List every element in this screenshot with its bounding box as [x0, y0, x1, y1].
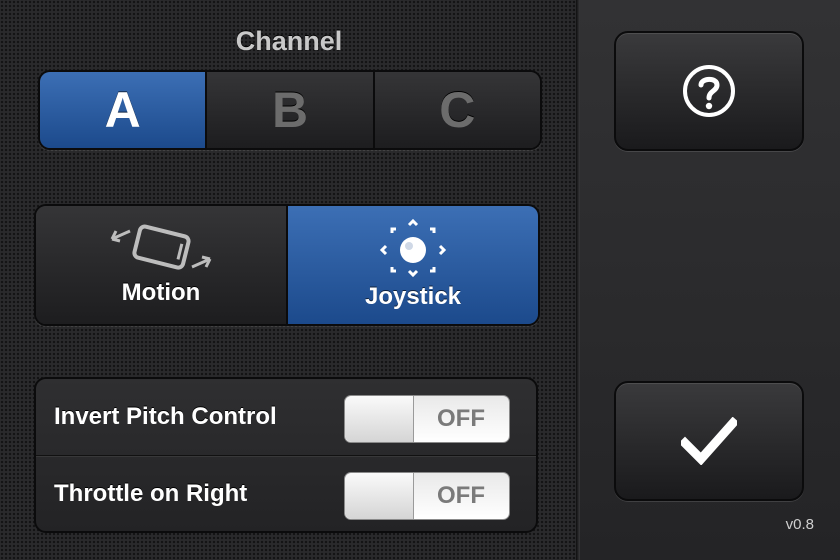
version-label: v0.8 — [785, 516, 814, 533]
settings-list: Invert Pitch Control OFF Throttle on Rig… — [34, 377, 538, 533]
confirm-button[interactable] — [614, 381, 804, 501]
mode-label-joystick: Joystick — [364, 283, 462, 310]
toggle-knob — [345, 473, 414, 519]
phone-tilt-icon — [110, 224, 212, 270]
help-icon — [683, 65, 735, 117]
channel-option-a[interactable]: A — [40, 72, 206, 148]
checkmark-icon — [681, 417, 737, 465]
setting-label-invert-pitch: Invert Pitch Control — [54, 403, 277, 430]
toggle-state-text: OFF — [437, 482, 485, 509]
control-mode-selector: Motion Joystick — [34, 204, 540, 326]
setting-label-throttle-right: Throttle on Right — [54, 480, 248, 507]
mode-label-motion: Motion — [121, 279, 201, 306]
channel-title: Channel — [235, 26, 343, 56]
setting-row-throttle-right: Throttle on Right OFF — [36, 455, 536, 531]
invert-pitch-toggle[interactable]: OFF — [344, 395, 510, 443]
channel-option-c[interactable]: C — [372, 72, 540, 148]
channel-option-b[interactable]: B — [205, 72, 373, 148]
toggle-knob — [345, 396, 414, 442]
channel-selector: A B C — [38, 70, 542, 150]
throttle-right-toggle[interactable]: OFF — [344, 472, 510, 520]
setting-row-invert-pitch: Invert Pitch Control OFF — [36, 379, 536, 455]
toggle-state-text: OFF — [437, 405, 485, 432]
mode-option-joystick[interactable]: Joystick — [286, 206, 538, 324]
help-button[interactable] — [614, 31, 804, 151]
joystick-icon — [379, 219, 447, 278]
mode-option-motion[interactable]: Motion — [36, 206, 286, 324]
